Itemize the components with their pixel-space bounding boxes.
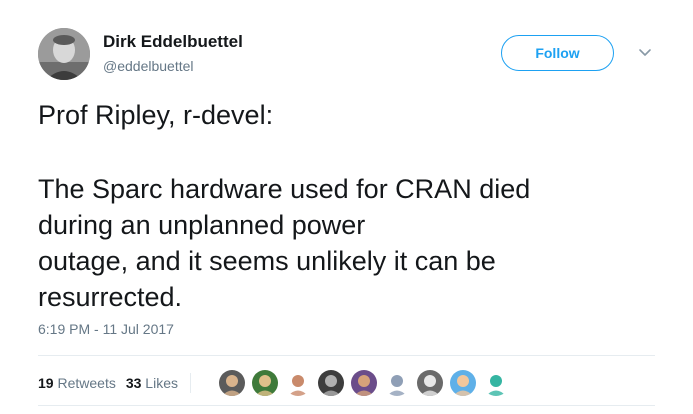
- liker-avatar-5[interactable]: [350, 369, 378, 397]
- liker-avatar-1[interactable]: [218, 369, 246, 397]
- likes-count: 33: [125, 375, 142, 391]
- tweet-card: Dirk Eddelbuettel @eddelbuettel Follow P…: [0, 0, 693, 414]
- divider-top: [38, 355, 655, 356]
- liker-avatar-8[interactable]: [449, 369, 477, 397]
- chevron-down-icon[interactable]: [636, 44, 654, 62]
- author-avatar[interactable]: [38, 28, 90, 80]
- tweet-text-line: resurrected.: [38, 282, 183, 312]
- retweets-label: Retweets: [57, 375, 116, 391]
- author-display-name[interactable]: Dirk Eddelbuettel: [103, 32, 243, 52]
- divider-bottom: [38, 405, 655, 406]
- author-avatar-photo: [38, 28, 90, 80]
- retweets-count: 19: [38, 375, 54, 391]
- liker-avatar-2[interactable]: [251, 369, 279, 397]
- liker-avatar-7[interactable]: [416, 369, 444, 397]
- author-handle[interactable]: @eddelbuettel: [103, 58, 194, 74]
- likers-avatars: [218, 369, 515, 397]
- tweet-text: Prof Ripley, r-devel: The Sparc hardware…: [38, 97, 658, 315]
- tweet-text-line: outage, and it seems unlikely it can be: [38, 246, 496, 276]
- liker-avatar-3[interactable]: [284, 369, 312, 397]
- likes-label: Likes: [145, 375, 178, 391]
- follow-button[interactable]: Follow: [501, 35, 614, 71]
- retweets-stat[interactable]: 19 Retweets: [38, 375, 116, 391]
- tweet-timestamp[interactable]: 6:19 PM - 11 Jul 2017: [38, 321, 174, 337]
- liker-avatar-9[interactable]: [482, 369, 510, 397]
- liker-avatar-4[interactable]: [317, 369, 345, 397]
- tweet-stats: 19 Retweets 33 Likes: [38, 373, 201, 393]
- tweet-text-line: The Sparc hardware used for CRAN died: [38, 174, 531, 204]
- liker-avatar-6[interactable]: [383, 369, 411, 397]
- tweet-text-line: Prof Ripley, r-devel:: [38, 100, 274, 130]
- tweet-text-line: during an unplanned power: [38, 210, 366, 240]
- likes-stat[interactable]: 33 Likes: [126, 375, 178, 391]
- stats-separator: [189, 373, 191, 393]
